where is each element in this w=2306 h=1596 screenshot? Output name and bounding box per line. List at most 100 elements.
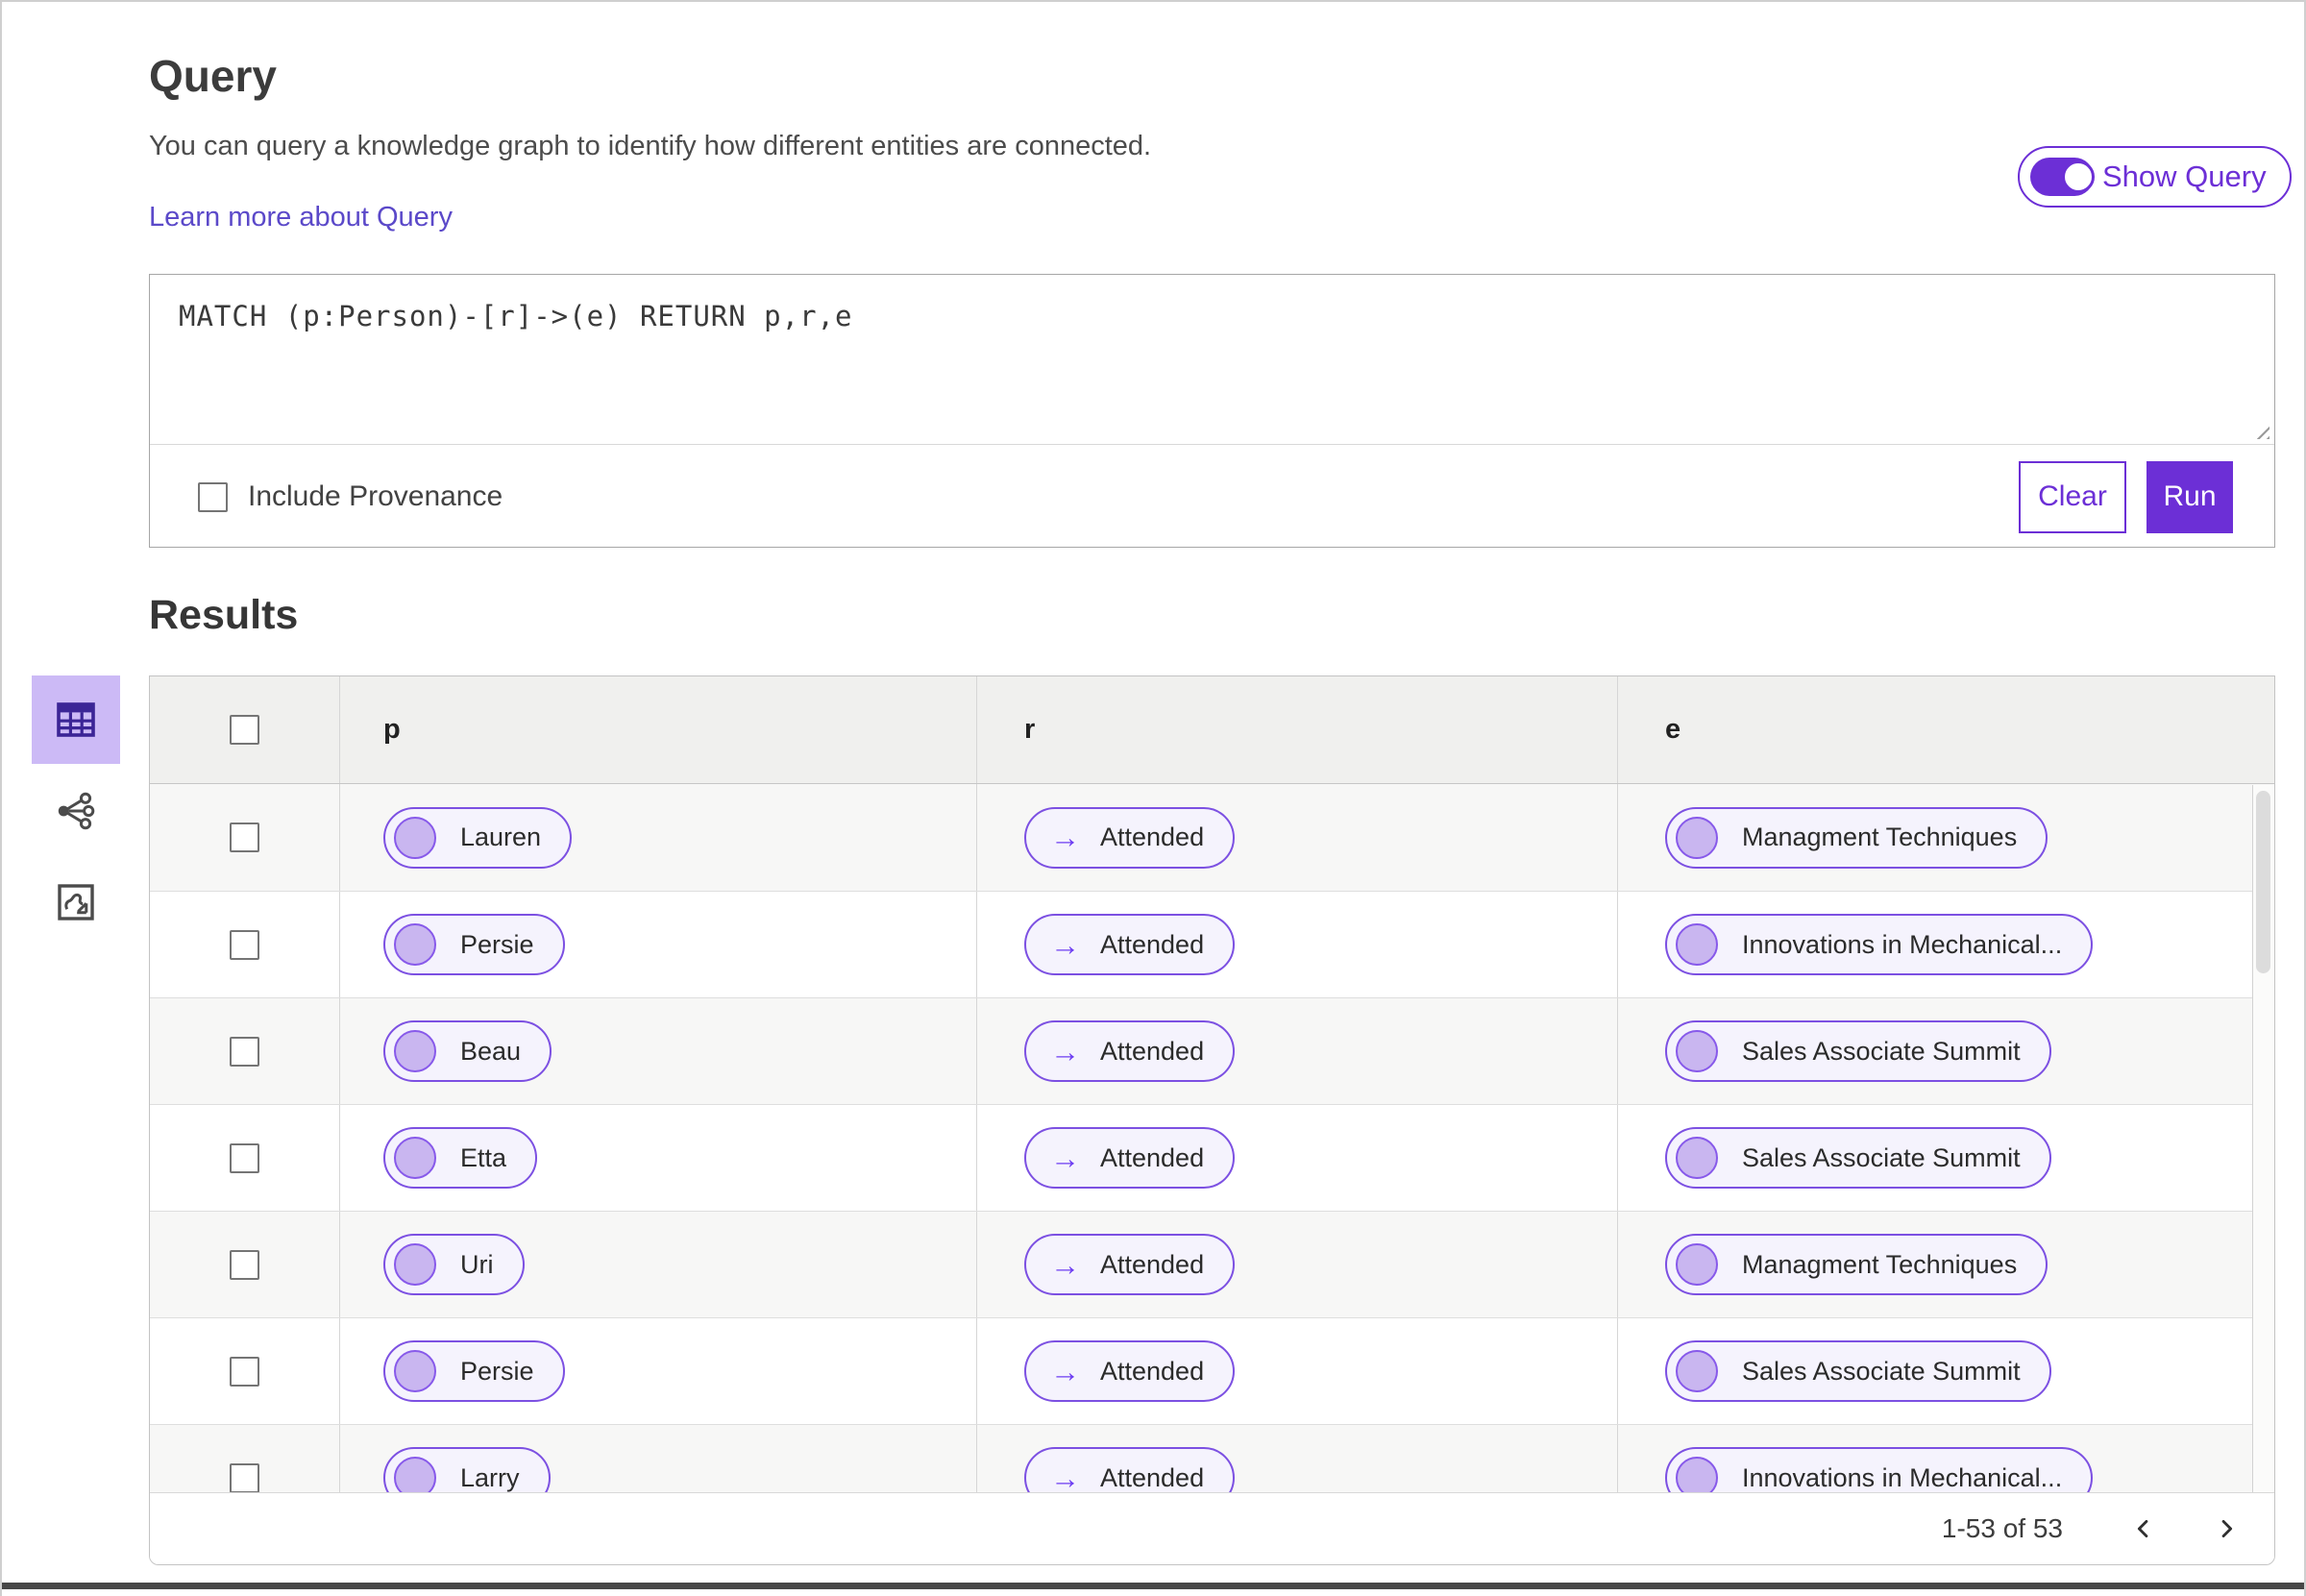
row-checkbox[interactable]	[230, 1142, 259, 1173]
include-provenance-checkbox[interactable]	[198, 481, 228, 512]
query-text: MATCH (p:Person)-[r]->(e) RETURN p,r,e	[179, 300, 853, 332]
graph-view-button[interactable]	[32, 767, 120, 855]
graph-view-icon	[58, 792, 95, 830]
row-checkbox-cell	[150, 1105, 339, 1211]
relation-pill[interactable]: → Attended	[1024, 914, 1236, 975]
entity-pill[interactable]: Lauren	[383, 806, 573, 869]
p-cell: Etta	[339, 1105, 976, 1211]
results-view-switcher	[32, 675, 120, 946]
header-checkbox-cell	[150, 676, 339, 783]
relation-label: Attended	[1100, 823, 1205, 851]
query-input[interactable]: MATCH (p:Person)-[r]->(e) RETURN p,r,e	[150, 275, 2274, 445]
node-circle-icon	[1676, 816, 1718, 859]
e-cell: Sales Associate Summit	[1617, 1105, 2274, 1211]
e-cell: Sales Associate Summit	[1617, 1318, 2274, 1424]
r-cell: → Attended	[976, 892, 1617, 997]
r-cell: → Attended	[976, 1105, 1617, 1211]
include-provenance-label: Include Provenance	[248, 480, 503, 512]
r-cell: → Attended	[976, 998, 1617, 1104]
table-row: Uri → Attended Managment Techniques	[150, 1211, 2274, 1317]
p-cell: Persie	[339, 1318, 976, 1424]
node-circle-icon	[1676, 1030, 1718, 1072]
relation-arrow-icon: →	[1050, 1461, 1080, 1495]
node-circle-icon	[1676, 923, 1718, 966]
entity-label: Beau	[460, 1036, 522, 1066]
table-view-button[interactable]	[32, 675, 120, 764]
pagination-range: 1-53 of 53	[1941, 1513, 2063, 1543]
table-view-icon	[57, 702, 95, 737]
previous-page-button[interactable]	[2124, 1510, 2163, 1548]
relation-arrow-icon: →	[1050, 1141, 1080, 1175]
e-cell: Sales Associate Summit	[1617, 998, 2274, 1104]
query-action-buttons: Clear Run	[2019, 460, 2233, 533]
clear-button[interactable]: Clear	[2019, 460, 2126, 533]
toggle-switch-icon[interactable]	[2030, 158, 2095, 196]
row-checkbox[interactable]	[230, 1356, 259, 1387]
resize-handle-icon[interactable]	[2250, 420, 2269, 439]
entity-pill[interactable]: Sales Associate Summit	[1665, 1127, 2051, 1189]
show-query-toggle[interactable]: Show Query	[2018, 146, 2292, 208]
p-cell: Uri	[339, 1212, 976, 1317]
entity-pill[interactable]: Persie	[383, 914, 565, 975]
entity-label: Innovations in Mechanical...	[1742, 1462, 2063, 1492]
entity-pill[interactable]: Sales Associate Summit	[1665, 1340, 2051, 1402]
row-checkbox[interactable]	[230, 823, 259, 852]
row-checkbox[interactable]	[230, 1462, 259, 1493]
entity-label: Larry	[460, 1462, 520, 1492]
entity-pill[interactable]: Beau	[383, 1020, 552, 1082]
entity-pill[interactable]: Sales Associate Summit	[1665, 1020, 2051, 1082]
node-circle-icon	[394, 1350, 436, 1392]
relation-pill[interactable]: → Attended	[1024, 806, 1236, 869]
results-table: p r e Lauren → Attended Managment Techni…	[149, 675, 2275, 1565]
map-view-button[interactable]	[32, 858, 120, 946]
relation-arrow-icon: →	[1050, 1247, 1080, 1282]
run-button[interactable]: Run	[2147, 460, 2233, 533]
query-editor-panel: MATCH (p:Person)-[r]->(e) RETURN p,r,e I…	[149, 274, 2275, 548]
relation-pill[interactable]: → Attended	[1024, 1020, 1236, 1082]
entity-pill[interactable]: Innovations in Mechanical...	[1665, 914, 2094, 975]
chevron-right-icon	[2221, 1520, 2233, 1537]
results-table-header: p r e	[150, 676, 2274, 784]
p-cell: Persie	[339, 892, 976, 997]
scrollbar-thumb[interactable]	[2256, 791, 2270, 973]
relation-arrow-icon: →	[1050, 821, 1080, 854]
relation-pill[interactable]: → Attended	[1024, 1234, 1236, 1295]
toggle-knob[interactable]	[2062, 160, 2095, 193]
next-page-button[interactable]	[2207, 1510, 2245, 1548]
e-cell: Managment Techniques	[1617, 1212, 2274, 1317]
relation-arrow-icon: →	[1050, 1354, 1080, 1388]
table-row: Persie → Attended Innovations in Mechani…	[150, 891, 2274, 997]
select-all-checkbox[interactable]	[230, 715, 259, 745]
table-row: Persie → Attended Sales Associate Summit	[150, 1317, 2274, 1424]
relation-arrow-icon: →	[1050, 1034, 1080, 1068]
entity-label: Persie	[460, 1356, 534, 1386]
entity-pill[interactable]: Etta	[383, 1127, 538, 1189]
row-checkbox-cell	[150, 1318, 339, 1424]
relation-label: Attended	[1100, 1462, 1205, 1492]
relation-pill[interactable]: → Attended	[1024, 1340, 1236, 1402]
entity-label: Sales Associate Summit	[1742, 1036, 2021, 1066]
relation-pill[interactable]: → Attended	[1024, 1127, 1236, 1189]
entity-pill[interactable]: Managment Techniques	[1665, 806, 2048, 869]
table-scrollbar[interactable]	[2252, 785, 2274, 1492]
learn-more-link[interactable]: Learn more about Query	[149, 202, 453, 233]
node-circle-icon	[394, 816, 436, 859]
results-table-body: Lauren → Attended Managment Techniques P…	[150, 784, 2274, 1531]
entity-pill[interactable]: Uri	[383, 1234, 525, 1295]
map-view-icon	[58, 884, 94, 921]
row-checkbox[interactable]	[230, 1036, 259, 1067]
entity-pill[interactable]: Persie	[383, 1340, 565, 1402]
page-title: Query	[149, 51, 277, 101]
entity-label: Lauren	[460, 823, 542, 851]
row-checkbox[interactable]	[230, 1249, 259, 1280]
row-checkbox[interactable]	[230, 929, 259, 960]
node-circle-icon	[1676, 1137, 1718, 1179]
entity-pill[interactable]: Managment Techniques	[1665, 1234, 2048, 1295]
p-cell: Lauren	[339, 784, 976, 891]
include-provenance-row: Include Provenance	[198, 480, 503, 513]
row-checkbox-cell	[150, 784, 339, 891]
window-bottom-edge	[2, 1583, 2304, 1589]
chevron-left-icon	[2137, 1520, 2148, 1537]
relation-label: Attended	[1100, 929, 1205, 959]
node-circle-icon	[394, 923, 436, 966]
